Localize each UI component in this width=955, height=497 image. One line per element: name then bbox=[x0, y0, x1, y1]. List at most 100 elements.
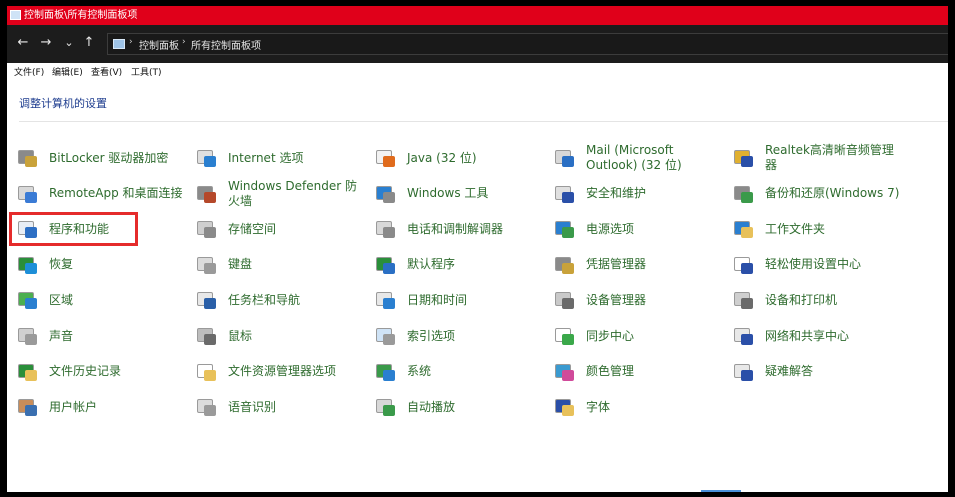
control-panel-item[interactable]: 电话和调制解调器 bbox=[375, 212, 547, 246]
control-panel-item-label: 语音识别 bbox=[228, 399, 277, 414]
control-panel-item[interactable]: Java (32 位) bbox=[375, 141, 547, 175]
control-panel-item[interactable]: 字体 bbox=[554, 390, 726, 424]
control-panel-item[interactable]: 存储空间 bbox=[196, 212, 368, 246]
control-panel-item[interactable]: 自动播放 bbox=[375, 390, 547, 424]
address-bar[interactable]: › 控制面板 › 所有控制面板项 bbox=[107, 33, 948, 55]
control-panel-item-label: 日期和时间 bbox=[407, 292, 468, 307]
control-panel-item-label: 同步中心 bbox=[586, 328, 635, 343]
control-panel-item[interactable]: 索引选项 bbox=[375, 319, 547, 353]
java-icon bbox=[375, 147, 397, 169]
control-panel-item[interactable]: 颜色管理 bbox=[554, 355, 726, 389]
control-panel-item[interactable]: 设备和打印机 bbox=[733, 283, 905, 317]
indexing-options-icon bbox=[375, 325, 397, 347]
control-panel-item[interactable]: Mail (Microsoft Outlook) (32 位) bbox=[554, 141, 726, 175]
device-manager-icon bbox=[554, 289, 576, 311]
control-panel-item[interactable]: 区域 bbox=[17, 283, 189, 317]
control-panel-item[interactable]: 恢复 bbox=[17, 248, 189, 282]
control-panel-item[interactable]: BitLocker 驱动器加密 bbox=[17, 141, 189, 175]
breadcrumb-separator: › bbox=[182, 37, 186, 47]
control-panel-item[interactable]: 文件历史记录 bbox=[17, 355, 189, 389]
forward-arrow-icon[interactable]: → bbox=[38, 35, 54, 51]
control-panel-item[interactable]: Internet 选项 bbox=[196, 141, 368, 175]
control-panel-item-label: 安全和维护 bbox=[586, 186, 647, 201]
control-panel-item-label: 区域 bbox=[49, 292, 74, 307]
menu-view[interactable]: 查看(V) bbox=[91, 65, 122, 78]
sync-center-icon bbox=[554, 325, 576, 347]
control-panel-item-label: 文件历史记录 bbox=[49, 364, 122, 379]
network-sharing-icon bbox=[733, 325, 755, 347]
control-panel-item[interactable]: 设备管理器 bbox=[554, 283, 726, 317]
region-icon bbox=[17, 289, 39, 311]
recent-locations-icon[interactable]: ⌄ bbox=[61, 35, 77, 51]
control-panel-item[interactable]: 电源选项 bbox=[554, 212, 726, 246]
control-panel-item[interactable]: 系统 bbox=[375, 355, 547, 389]
realtek-audio-icon bbox=[733, 147, 755, 169]
fonts-icon bbox=[554, 396, 576, 418]
control-panel-item[interactable]: RemoteApp 和桌面连接 bbox=[17, 177, 189, 211]
control-panel-item[interactable]: 用户帐户 bbox=[17, 390, 189, 424]
up-arrow-icon[interactable]: ↑ bbox=[81, 35, 97, 51]
bitlocker-icon bbox=[17, 147, 39, 169]
backup-restore-icon bbox=[733, 183, 755, 205]
control-panel-item-label: 设备和打印机 bbox=[765, 292, 838, 307]
control-panel-item[interactable]: 文件资源管理器选项 bbox=[196, 355, 368, 389]
control-panel-item[interactable]: 工作文件夹 bbox=[733, 212, 905, 246]
navigation-bar: ← → ⌄ ↑ › 控制面板 › 所有控制面板项 bbox=[7, 25, 948, 63]
control-panel-item-label: 系统 bbox=[407, 364, 432, 379]
control-panel-item-label: 网络和共享中心 bbox=[765, 328, 850, 343]
back-arrow-icon[interactable]: ← bbox=[15, 35, 31, 51]
control-panel-item-label: 文件资源管理器选项 bbox=[228, 364, 337, 379]
keyboard-icon bbox=[196, 254, 218, 276]
power-options-icon bbox=[554, 218, 576, 240]
control-panel-item[interactable]: 日期和时间 bbox=[375, 283, 547, 317]
recovery-icon bbox=[17, 254, 39, 276]
breadcrumb-all-items[interactable]: 所有控制面板项 bbox=[191, 37, 261, 52]
control-panel-item[interactable]: 轻松使用设置中心 bbox=[733, 248, 905, 282]
control-panel-item-label: 存储空间 bbox=[228, 221, 277, 236]
control-panel-item[interactable]: 鼠标 bbox=[196, 319, 368, 353]
taskbar-icon bbox=[196, 289, 218, 311]
control-panel-item-label: BitLocker 驱动器加密 bbox=[49, 150, 169, 165]
window-title: 控制面板\所有控制面板项 bbox=[24, 10, 138, 21]
control-panel-item-label: Windows 工具 bbox=[407, 186, 489, 201]
explorer-options-icon bbox=[196, 361, 218, 383]
control-panel-item[interactable]: 安全和维护 bbox=[554, 177, 726, 211]
control-panel-item-label: 轻松使用设置中心 bbox=[765, 257, 862, 272]
firewall-icon bbox=[196, 183, 218, 205]
control-panel-item-label: 字体 bbox=[586, 399, 611, 414]
control-panel-item[interactable]: Windows Defender 防火墙 bbox=[196, 177, 368, 211]
control-panel-icon bbox=[113, 39, 125, 49]
breadcrumb-control-panel[interactable]: 控制面板 bbox=[139, 37, 179, 52]
work-folders-icon bbox=[733, 218, 755, 240]
control-panel-item[interactable]: 凭据管理器 bbox=[554, 248, 726, 282]
control-panel-item[interactable]: 同步中心 bbox=[554, 319, 726, 353]
user-accounts-icon bbox=[17, 396, 39, 418]
control-panel-item[interactable]: Realtek高清晰音频管理器 bbox=[733, 141, 905, 175]
menu-edit[interactable]: 编辑(E) bbox=[52, 65, 83, 78]
control-panel-item[interactable]: 键盘 bbox=[196, 248, 368, 282]
control-panel-item-label: 电源选项 bbox=[586, 221, 635, 236]
mail-icon bbox=[554, 147, 576, 169]
control-panel-item-label: 鼠标 bbox=[228, 328, 253, 343]
control-panel-item[interactable]: 网络和共享中心 bbox=[733, 319, 905, 353]
control-panel-item-label: 疑难解答 bbox=[765, 364, 814, 379]
control-panel-item[interactable]: 备份和还原(Windows 7) bbox=[733, 177, 905, 211]
control-panel-item[interactable]: 默认程序 bbox=[375, 248, 547, 282]
menu-bar: 文件(F) 编辑(E) 查看(V) 工具(T) bbox=[7, 63, 948, 79]
menu-file[interactable]: 文件(F) bbox=[14, 65, 44, 78]
control-panel-item[interactable]: 声音 bbox=[17, 319, 189, 353]
control-panel-item[interactable]: 任务栏和导航 bbox=[196, 283, 368, 317]
highlight-box bbox=[9, 212, 138, 246]
control-panel-item[interactable]: Windows 工具 bbox=[375, 177, 547, 211]
control-panel-item-label: Mail (Microsoft Outlook) (32 位) bbox=[586, 143, 682, 172]
troubleshooting-icon bbox=[733, 361, 755, 383]
internet-options-icon bbox=[196, 147, 218, 169]
control-panel-item-label: 凭据管理器 bbox=[586, 257, 647, 272]
control-panel-item[interactable]: 语音识别 bbox=[196, 390, 368, 424]
control-panel-item[interactable]: 疑难解答 bbox=[733, 355, 905, 389]
control-panel-item-label: 默认程序 bbox=[407, 257, 456, 272]
control-panel-item-label: RemoteApp 和桌面连接 bbox=[49, 186, 183, 201]
control-panel-item-label: 自动播放 bbox=[407, 399, 456, 414]
menu-tools[interactable]: 工具(T) bbox=[131, 65, 162, 78]
control-panel-item-label: 备份和还原(Windows 7) bbox=[765, 186, 900, 201]
